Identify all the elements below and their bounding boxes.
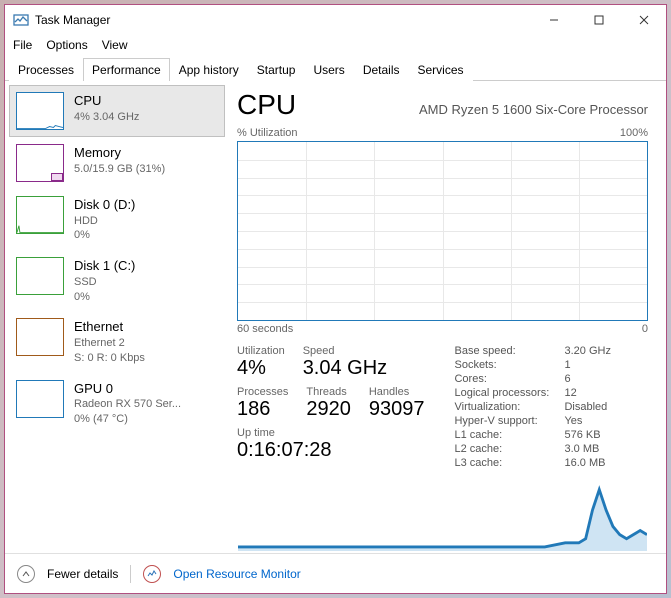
menu-file[interactable]: File xyxy=(13,38,32,52)
disk1-thumb-icon xyxy=(16,257,64,295)
sidebar: CPU 4% 3.04 GHz Memory 5.0/15.9 GB (31%) xyxy=(5,81,225,553)
main-header: CPU AMD Ryzen 5 1600 Six-Core Processor xyxy=(237,89,648,121)
sidebar-disk0-sub2: 0% xyxy=(74,228,135,243)
sidebar-disk1-title: Disk 1 (C:) xyxy=(74,257,135,275)
chart-top-labels: % Utilization 100% xyxy=(237,127,648,139)
page-title: CPU xyxy=(237,89,296,121)
tab-performance[interactable]: Performance xyxy=(83,58,170,81)
content-body: CPU 4% 3.04 GHz Memory 5.0/15.9 GB (31%) xyxy=(5,81,666,553)
sidebar-gpu-sub2: 0% (47 °C) xyxy=(74,412,181,427)
sidebar-eth-sub1: Ethernet 2 xyxy=(74,336,145,351)
minimize-button[interactable] xyxy=(531,5,576,35)
chevron-up-icon[interactable] xyxy=(17,565,35,583)
sidebar-item-disk1[interactable]: Disk 1 (C:) SSD 0% xyxy=(9,250,225,311)
resource-monitor-icon[interactable] xyxy=(143,565,161,583)
sidebar-item-memory[interactable]: Memory 5.0/15.9 GB (31%) xyxy=(9,137,225,189)
maximize-button[interactable] xyxy=(576,5,621,35)
sidebar-disk1-sub2: 0% xyxy=(74,290,135,305)
sidebar-item-disk0[interactable]: Disk 0 (D:) HDD 0% xyxy=(9,189,225,250)
titlebar: Task Manager xyxy=(5,5,666,35)
memory-thumb-icon xyxy=(16,144,64,182)
sidebar-disk1-sub1: SSD xyxy=(74,275,135,290)
menu-options[interactable]: Options xyxy=(46,38,87,52)
tab-processes[interactable]: Processes xyxy=(9,58,83,81)
menubar: File Options View xyxy=(5,35,666,55)
sidebar-disk0-title: Disk 0 (D:) xyxy=(74,196,135,214)
footer: Fewer details Open Resource Monitor xyxy=(5,553,666,593)
sidebar-eth-title: Ethernet xyxy=(74,318,145,336)
chart-ylabel: % Utilization xyxy=(237,127,298,139)
sidebar-cpu-sub: 4% 3.04 GHz xyxy=(74,110,139,125)
tab-details[interactable]: Details xyxy=(354,58,409,81)
close-button[interactable] xyxy=(621,5,666,35)
fewer-details-link[interactable]: Fewer details xyxy=(47,567,118,581)
open-resource-monitor-link[interactable]: Open Resource Monitor xyxy=(173,567,300,581)
utilization-chart[interactable] xyxy=(237,141,648,321)
app-icon xyxy=(13,12,29,28)
chart-line xyxy=(238,142,647,551)
sidebar-memory-sub: 5.0/15.9 GB (31%) xyxy=(74,162,165,177)
tab-startup[interactable]: Startup xyxy=(248,58,305,81)
chart-ymax: 100% xyxy=(620,127,648,139)
sidebar-memory-title: Memory xyxy=(74,144,165,162)
window-title: Task Manager xyxy=(35,13,531,27)
window-controls xyxy=(531,5,666,35)
sidebar-item-cpu[interactable]: CPU 4% 3.04 GHz xyxy=(9,85,225,137)
sidebar-gpu-sub1: Radeon RX 570 Ser... xyxy=(74,397,181,412)
cpu-thumb-icon xyxy=(16,92,64,130)
disk0-thumb-icon xyxy=(16,196,64,234)
sidebar-item-gpu[interactable]: GPU 0 Radeon RX 570 Ser... 0% (47 °C) xyxy=(9,373,225,434)
tab-users[interactable]: Users xyxy=(304,58,353,81)
tabbar: Processes Performance App history Startu… xyxy=(5,57,666,81)
menu-view[interactable]: View xyxy=(102,38,128,52)
sidebar-eth-sub2: S: 0 R: 0 Kbps xyxy=(74,351,145,366)
ethernet-thumb-icon xyxy=(16,318,64,356)
sidebar-gpu-title: GPU 0 xyxy=(74,380,181,398)
sidebar-item-ethernet[interactable]: Ethernet Ethernet 2 S: 0 R: 0 Kbps xyxy=(9,311,225,372)
main-panel: CPU AMD Ryzen 5 1600 Six-Core Processor … xyxy=(225,81,666,553)
task-manager-window: Task Manager File Options View Processes… xyxy=(4,4,667,594)
cpu-name: AMD Ryzen 5 1600 Six-Core Processor xyxy=(419,102,648,117)
sidebar-cpu-title: CPU xyxy=(74,92,139,110)
sidebar-disk0-sub1: HDD xyxy=(74,214,135,229)
tab-services[interactable]: Services xyxy=(409,58,473,81)
gpu-thumb-icon xyxy=(16,380,64,418)
tab-app-history[interactable]: App history xyxy=(170,58,248,81)
footer-separator xyxy=(130,565,131,583)
